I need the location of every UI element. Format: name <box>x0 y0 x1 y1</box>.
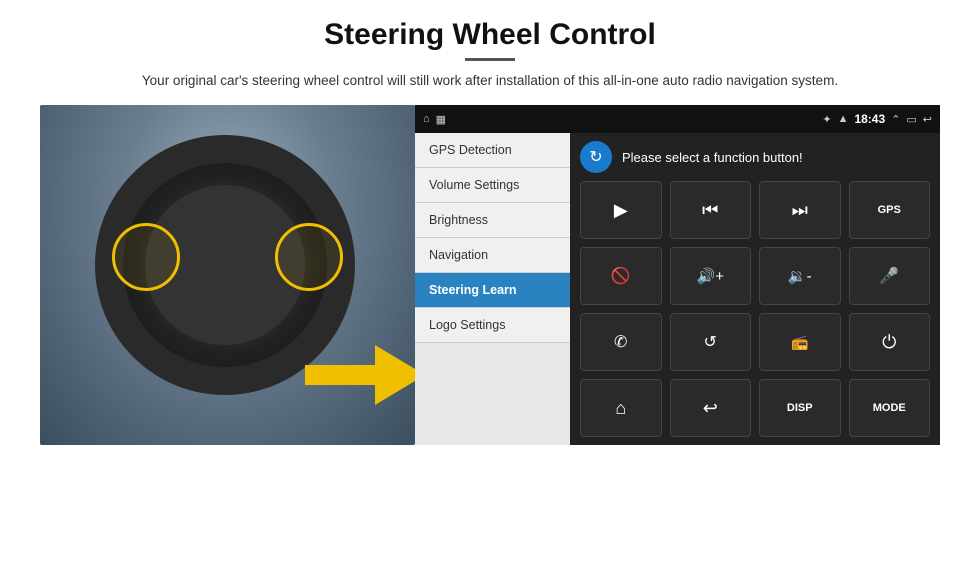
disp-button[interactable]: DISP <box>759 379 841 437</box>
menu-item-logo-settings[interactable]: Logo Settings <box>415 308 570 343</box>
back-status-icon: ↩ <box>923 113 932 126</box>
button-grid: ▶ ⏮ ⏭ GPS 🚫 <box>580 181 930 437</box>
phone-icon: ✆ <box>614 332 627 352</box>
arrow-overlay <box>305 345 415 405</box>
disp-icon: DISP <box>787 402 813 414</box>
vol-down-icon: 🔉- <box>788 267 812 285</box>
mode-button[interactable]: MODE <box>849 379 931 437</box>
main-image-area: ⌂ ▦ ✦ ▲ 18:43 ⌃ ▭ ↩ GPS Detection Volume… <box>40 105 940 445</box>
page-title: Steering Wheel Control <box>324 18 656 52</box>
status-bar: ⌂ ▦ ✦ ▲ 18:43 ⌃ ▭ ↩ <box>415 105 940 133</box>
next-button[interactable]: ⏭ <box>759 181 841 239</box>
menu-item-brightness[interactable]: Brightness <box>415 203 570 238</box>
vol-up-icon: 🔊+ <box>697 267 724 285</box>
rotate-button[interactable]: ↺ <box>670 313 752 371</box>
menu-item-navigation[interactable]: Navigation <box>415 238 570 273</box>
refresh-button[interactable]: ↻ <box>580 141 612 173</box>
radio-icon: 📻 <box>791 334 808 351</box>
play-button[interactable]: ▶ <box>580 181 662 239</box>
page-container: Steering Wheel Control Your original car… <box>0 0 980 564</box>
right-panel: ↻ Please select a function button! ▶ ⏮ ⏭ <box>570 133 940 445</box>
prev-button[interactable]: ⏮ <box>670 181 752 239</box>
button-cluster-right <box>275 223 343 291</box>
menu-item-gps-detection[interactable]: GPS Detection <box>415 133 570 168</box>
mute-button[interactable]: 🚫 <box>580 247 662 305</box>
home-icon: ⌂ <box>615 398 626 419</box>
gps-button[interactable]: GPS <box>849 181 931 239</box>
home-button[interactable]: ⌂ <box>580 379 662 437</box>
steering-wheel-photo <box>40 105 415 445</box>
power-button[interactable]: ⏻ <box>849 313 931 371</box>
minimize-status-icon: ▭ <box>906 113 916 126</box>
vol-down-button[interactable]: 🔉- <box>759 247 841 305</box>
back-button[interactable]: ↩ <box>670 379 752 437</box>
phone-button[interactable]: ✆ <box>580 313 662 371</box>
prompt-text: Please select a function button! <box>622 150 803 165</box>
play-icon: ▶ <box>614 200 628 221</box>
page-subtitle: Your original car's steering wheel contr… <box>142 71 838 91</box>
power-icon: ⏻ <box>882 332 896 353</box>
screen-content: GPS Detection Volume Settings Brightness… <box>415 133 940 445</box>
expand-status-icon: ⌃ <box>891 113 900 126</box>
mute-icon: 🚫 <box>611 266 631 286</box>
left-menu: GPS Detection Volume Settings Brightness… <box>415 133 570 445</box>
mic-icon: 🎤 <box>879 266 899 286</box>
arrow-body <box>305 365 375 385</box>
status-icons-right: ✦ ▲ 18:43 ⌃ ▭ ↩ <box>822 112 932 126</box>
gps-icon: GPS <box>878 204 901 216</box>
android-screen: ⌂ ▦ ✦ ▲ 18:43 ⌃ ▭ ↩ GPS Detection Volume… <box>415 105 940 445</box>
signal-status-icon: ▲ <box>838 113 849 125</box>
next-icon: ⏭ <box>792 200 808 221</box>
screenshot-status-icon: ▦ <box>436 113 446 126</box>
mic-button[interactable]: 🎤 <box>849 247 931 305</box>
title-divider <box>465 58 515 61</box>
mode-icon: MODE <box>873 402 906 414</box>
radio-button[interactable]: 📻 <box>759 313 841 371</box>
panel-header: ↻ Please select a function button! <box>580 141 930 173</box>
vol-up-button[interactable]: 🔊+ <box>670 247 752 305</box>
bluetooth-status-icon: ✦ <box>822 113 831 126</box>
menu-item-volume-settings[interactable]: Volume Settings <box>415 168 570 203</box>
home-status-icon: ⌂ <box>423 113 430 125</box>
menu-item-steering-learn[interactable]: Steering Learn <box>415 273 570 308</box>
status-icons-left: ⌂ ▦ <box>423 113 446 126</box>
rotate-icon: ↺ <box>704 332 717 352</box>
status-time: 18:43 <box>854 112 885 126</box>
arrow-head <box>375 345 415 405</box>
button-cluster-left <box>112 223 180 291</box>
prev-icon: ⏮ <box>702 200 718 221</box>
back-icon: ↩ <box>703 398 718 419</box>
